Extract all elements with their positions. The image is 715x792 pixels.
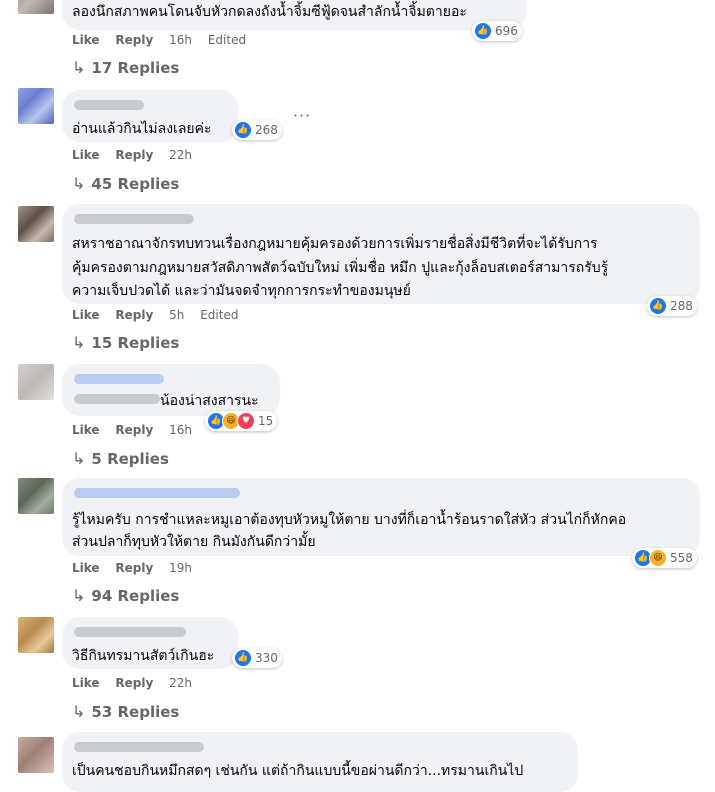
like-button[interactable]: Like [72, 148, 100, 162]
avatar[interactable] [18, 0, 54, 14]
reply-button[interactable]: Reply [115, 423, 153, 437]
reply-button[interactable]: Reply [115, 33, 153, 47]
comment-text: ส่วนปลาก็ทุบหัวให้ตาย กินมังกันดีกว่ามั้… [72, 534, 316, 550]
reply-arrow-icon: ↳ [72, 449, 86, 468]
commenter-name[interactable] [74, 627, 186, 637]
comment-text: น้องน่าสงสารนะ [160, 393, 259, 409]
reaction-count: 288 [670, 299, 693, 313]
commenter-name[interactable] [74, 488, 240, 498]
timestamp[interactable]: 16h [169, 33, 192, 47]
like-button[interactable]: Like [72, 33, 100, 47]
replies-label: 53 Replies [91, 703, 180, 721]
reply-button[interactable]: Reply [115, 561, 153, 575]
comment-text: เป็นคนชอบกินหมึกสดๆ เช่นกัน แต่ถ้ากินแบบ… [72, 763, 524, 779]
comment-actions: Like Reply 22h [72, 676, 204, 690]
comment-text: คุ้มครองตามกฎหมายสวัสดิภาพสัตว์ฉบับใหม่ … [72, 260, 609, 276]
view-replies-link[interactable]: ↳ 45 Replies [72, 174, 179, 193]
like-icon: 👍 [474, 22, 492, 40]
avatar[interactable] [18, 364, 54, 400]
reaction-summary[interactable]: 👍 268 [232, 120, 282, 140]
comment-text: วิธีกินทรมานสัตว์เกินฮะ [72, 648, 215, 664]
replies-label: 5 Replies [91, 450, 169, 468]
comment-actions: Like Reply 19h [72, 561, 204, 575]
like-button[interactable]: Like [72, 308, 100, 322]
like-button[interactable]: Like [72, 423, 100, 437]
reply-button[interactable]: Reply [115, 676, 153, 690]
view-replies-link[interactable]: ↳ 17 Replies [72, 58, 179, 77]
comment-actions: Like Reply 16h Edited [72, 33, 258, 47]
comment-actions: Like Reply 22h [72, 148, 204, 162]
like-button[interactable]: Like [72, 561, 100, 575]
reply-button[interactable]: Reply [115, 148, 153, 162]
avatar[interactable] [18, 88, 54, 124]
reaction-summary[interactable]: 👍 288 [647, 296, 697, 316]
reaction-count: 696 [495, 24, 518, 38]
reply-button[interactable]: Reply [115, 308, 153, 322]
reaction-count: 15 [258, 414, 274, 428]
like-button[interactable]: Like [72, 676, 100, 690]
edited-label[interactable]: Edited [208, 33, 246, 47]
view-replies-link[interactable]: ↳ 5 Replies [72, 449, 169, 468]
comment-text: ลองนึกสภาพคนโดนจับหัวกดลงถังน้ำจิ้มซีฟู้… [72, 4, 467, 20]
timestamp[interactable]: 22h [169, 148, 192, 162]
like-icon: 👍 [234, 649, 252, 667]
avatar[interactable] [18, 737, 54, 773]
timestamp[interactable]: 22h [169, 676, 192, 690]
like-icon: 👍 [234, 121, 252, 139]
reaction-summary[interactable]: 👍 😆 558 [632, 548, 697, 568]
avatar[interactable] [18, 617, 54, 653]
edited-label[interactable]: Edited [200, 308, 238, 322]
timestamp[interactable]: 19h [169, 561, 192, 575]
reaction-count: 330 [255, 651, 278, 665]
reply-arrow-icon: ↳ [72, 58, 86, 77]
replies-label: 15 Replies [91, 334, 180, 352]
commenter-name[interactable] [74, 214, 194, 224]
more-options-button[interactable]: ··· [293, 106, 311, 125]
reply-arrow-icon: ↳ [72, 333, 86, 352]
replies-label: 45 Replies [91, 175, 180, 193]
view-replies-link[interactable]: ↳ 15 Replies [72, 333, 179, 352]
reaction-summary[interactable]: 👍 😆 ♥ 15 [205, 411, 278, 431]
comment-actions: Like Reply 16h [72, 423, 204, 437]
commenter-name[interactable] [74, 100, 144, 110]
love-icon: ♥ [237, 412, 255, 430]
comment-actions: Like Reply 5h Edited [72, 308, 250, 322]
reply-arrow-icon: ↳ [72, 586, 86, 605]
haha-icon: 😆 [649, 549, 667, 567]
commenter-name[interactable] [74, 374, 164, 384]
replies-label: 17 Replies [91, 59, 180, 77]
timestamp[interactable]: 16h [169, 423, 192, 437]
like-icon: 👍 [649, 297, 667, 315]
view-replies-link[interactable]: ↳ 53 Replies [72, 702, 179, 721]
reply-arrow-icon: ↳ [72, 702, 86, 721]
comment-text: สหราชอาณาจักรทบทวนเรื่องกฎหมายคุ้มครองด้… [72, 236, 598, 252]
comment-text: ความเจ็บปวดได้ และว่ามันจดจำทุกการกระทำข… [72, 283, 411, 299]
avatar[interactable] [18, 478, 54, 514]
view-replies-link[interactable]: ↳ 94 Replies [72, 586, 179, 605]
commenter-name[interactable] [74, 742, 204, 752]
replies-label: 94 Replies [91, 587, 180, 605]
commenter-name-blur [74, 394, 160, 404]
reaction-summary[interactable]: 👍 696 [472, 21, 522, 41]
avatar[interactable] [18, 206, 54, 242]
comment-text: อ่านแล้วกินไม่ลงเลยค่ะ [72, 121, 212, 137]
timestamp[interactable]: 5h [169, 308, 184, 322]
reaction-summary[interactable]: 👍 330 [232, 648, 282, 668]
reaction-count: 268 [255, 123, 278, 137]
comment-text: รู้ไหมครับ การชำแหละหมูเอาต้องทุบหัวหมูใ… [72, 512, 627, 528]
reply-arrow-icon: ↳ [72, 174, 86, 193]
reaction-count: 558 [670, 551, 693, 565]
